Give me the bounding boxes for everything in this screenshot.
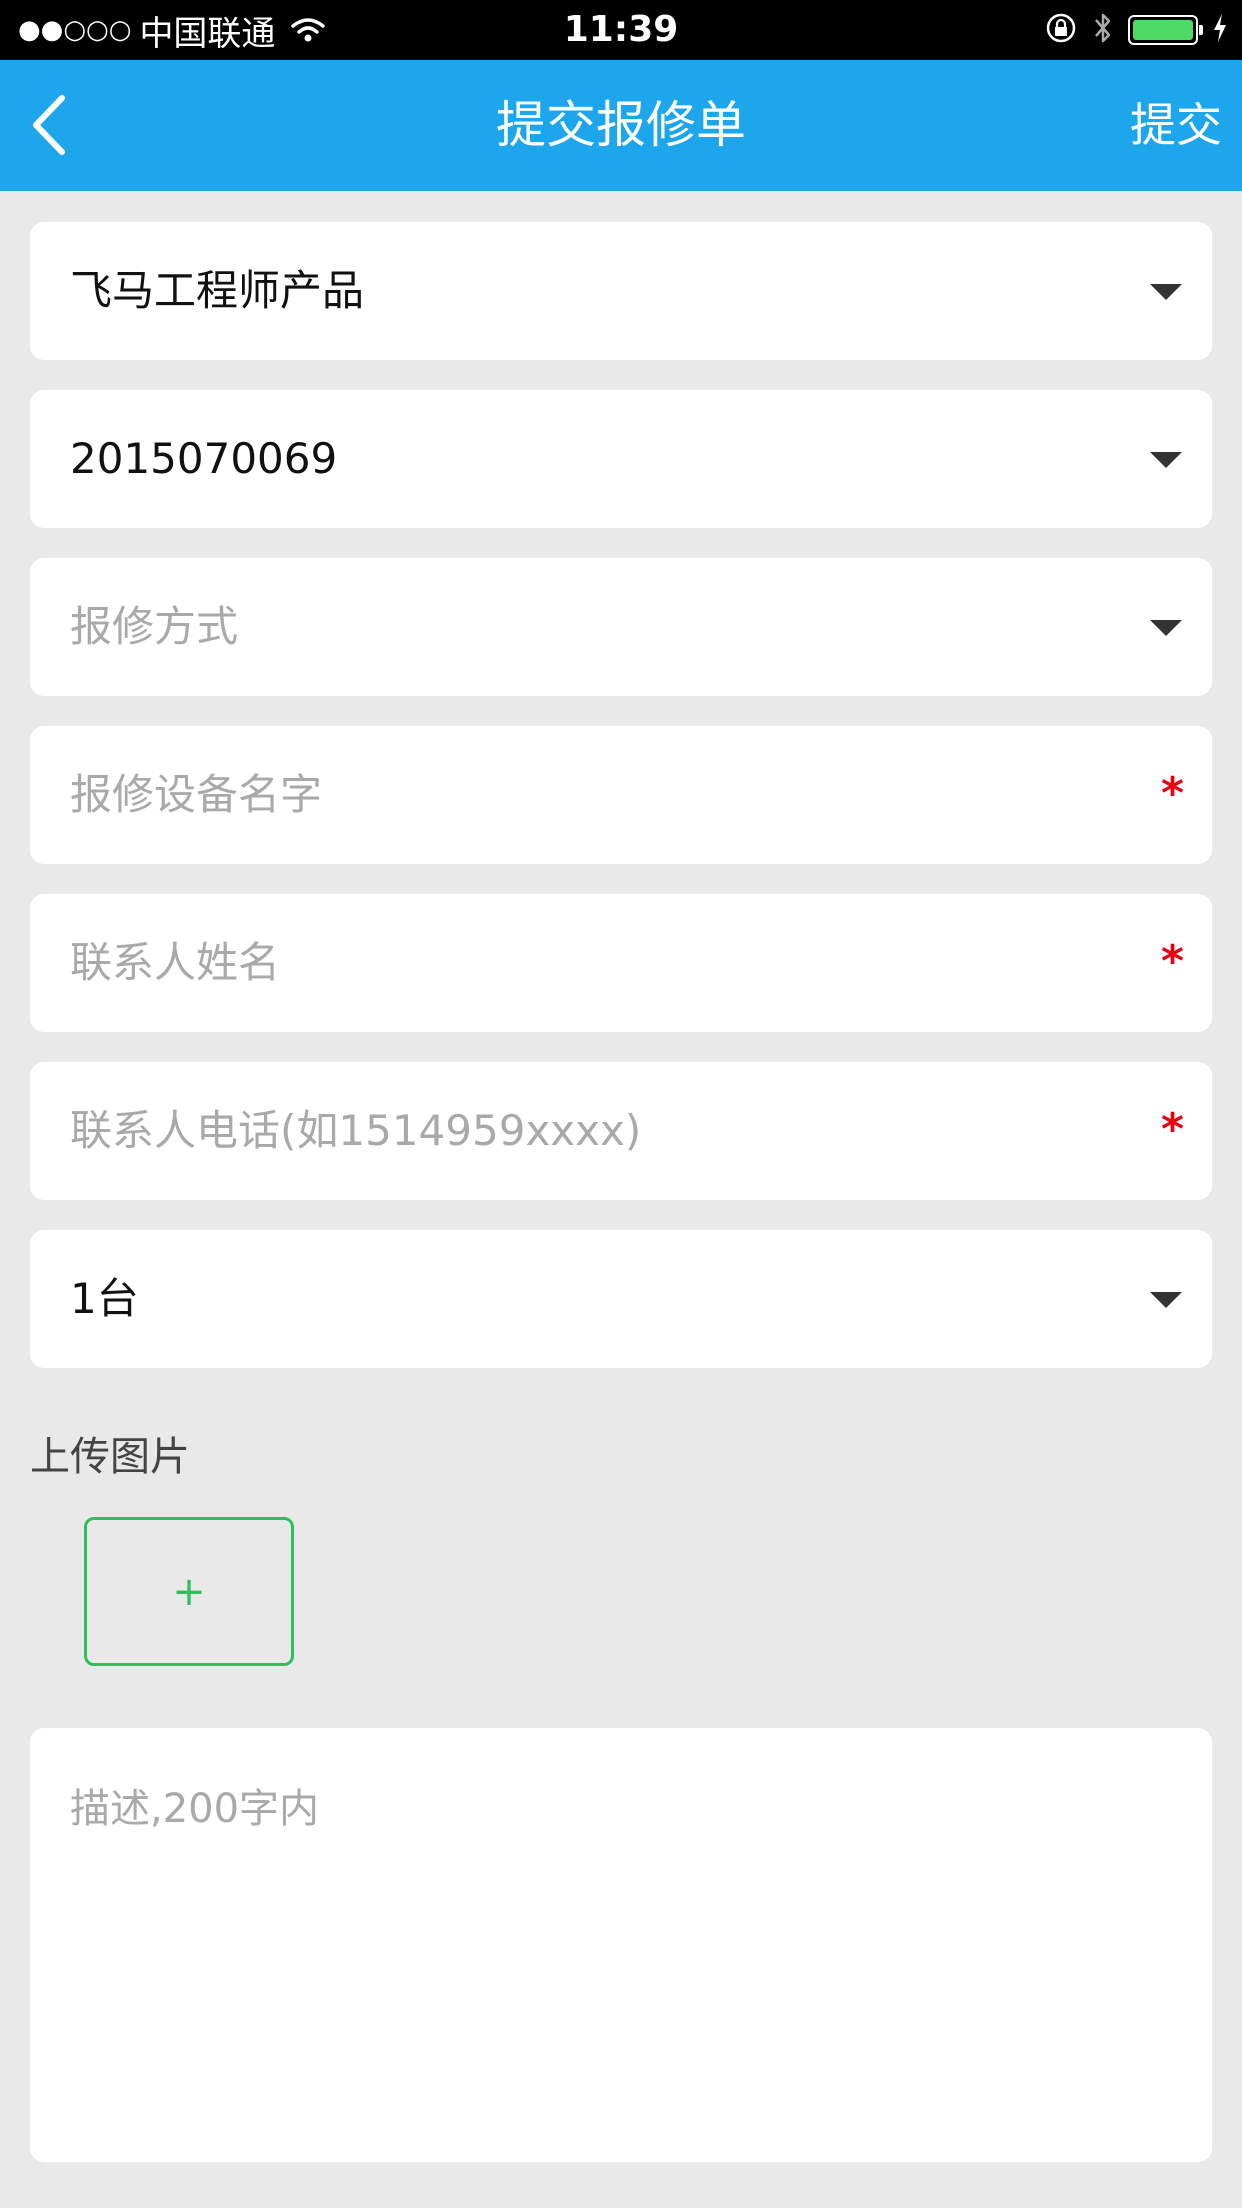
quantity-select[interactable]: 1台 bbox=[30, 1230, 1212, 1368]
bluetooth-icon bbox=[1092, 11, 1114, 49]
plus-icon: + bbox=[172, 1568, 206, 1615]
required-mark: * bbox=[1160, 768, 1184, 819]
repair-method-placeholder: 报修方式 bbox=[70, 602, 239, 651]
add-image-button[interactable]: + bbox=[84, 1517, 294, 1666]
required-mark: * bbox=[1160, 936, 1184, 987]
contact-name-input[interactable]: 联系人姓名 * bbox=[30, 894, 1212, 1032]
nav-bar: 提交报修单 提交 bbox=[0, 60, 1242, 191]
battery-icon bbox=[1128, 15, 1203, 45]
charging-icon bbox=[1212, 13, 1228, 47]
dropdown-arrow-icon bbox=[1150, 620, 1182, 636]
description-placeholder: 描述,200字内 bbox=[70, 1786, 320, 1832]
status-bar: ●●○○○ 中国联通 11:39 bbox=[0, 0, 1242, 60]
dropdown-arrow-icon bbox=[1150, 284, 1182, 300]
submit-button[interactable]: 提交 bbox=[1130, 60, 1222, 191]
device-name-input[interactable]: 报修设备名字 * bbox=[30, 726, 1212, 864]
serial-select[interactable]: 2015070069 bbox=[30, 390, 1212, 528]
quantity-value: 1台 bbox=[70, 1274, 139, 1323]
required-mark: * bbox=[1160, 1104, 1184, 1155]
dropdown-arrow-icon bbox=[1150, 452, 1182, 468]
contact-name-placeholder: 联系人姓名 bbox=[70, 938, 281, 987]
description-textarea[interactable]: 描述,200字内 bbox=[30, 1728, 1212, 2162]
orientation-lock-icon bbox=[1044, 11, 1078, 49]
product-value: 飞马工程师产品 bbox=[70, 266, 365, 315]
upload-label: 上传图片 bbox=[30, 1434, 190, 1480]
contact-phone-placeholder: 联系人电话(如1514959xxxx) bbox=[70, 1106, 642, 1155]
device-name-placeholder: 报修设备名字 bbox=[70, 770, 323, 819]
serial-value: 2015070069 bbox=[70, 434, 338, 483]
page-title: 提交报修单 bbox=[496, 96, 746, 154]
product-select[interactable]: 飞马工程师产品 bbox=[30, 222, 1212, 360]
contact-phone-input[interactable]: 联系人电话(如1514959xxxx) * bbox=[30, 1062, 1212, 1200]
status-right bbox=[1044, 0, 1228, 60]
repair-method-select[interactable]: 报修方式 bbox=[30, 558, 1212, 696]
dropdown-arrow-icon bbox=[1150, 1292, 1182, 1308]
